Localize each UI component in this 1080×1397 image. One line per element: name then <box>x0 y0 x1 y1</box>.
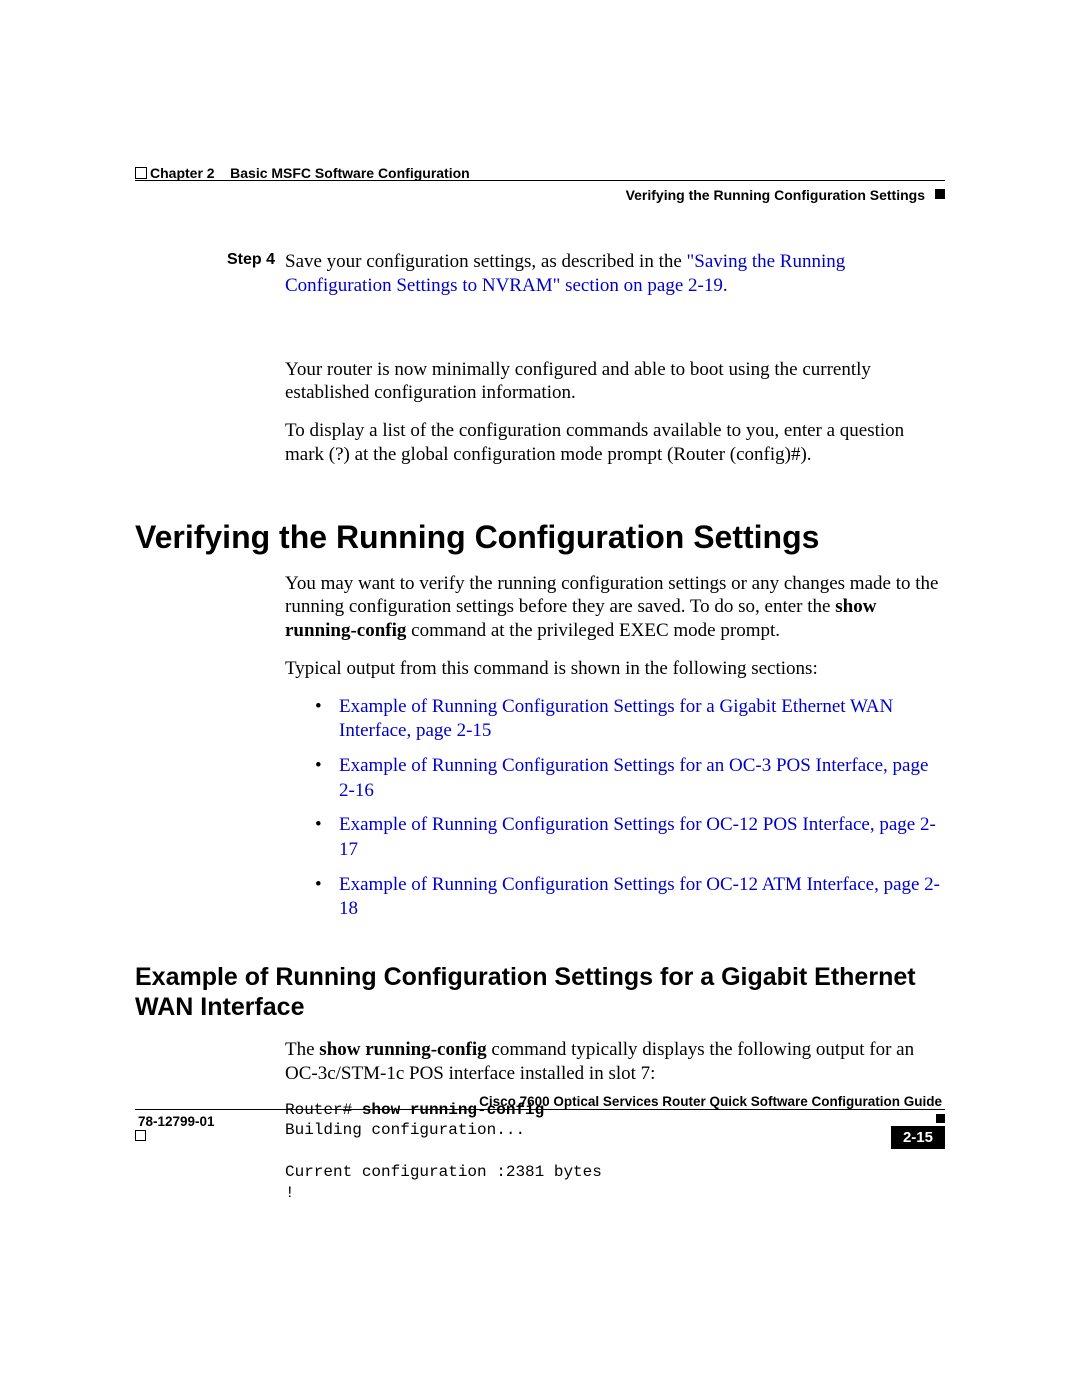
running-header-right: Verifying the Running Configuration Sett… <box>626 187 925 203</box>
header-rule <box>135 180 945 181</box>
subsection-heading: Example of Running Configuration Setting… <box>135 962 945 1022</box>
step-text-after: . <box>723 275 728 296</box>
xref-link-1[interactable]: Example of Running Configuration Setting… <box>339 696 893 742</box>
intro-p1-c: command at the privileged EXEC mode prom… <box>406 620 780 641</box>
step-body: Save your configuration settings, as des… <box>285 250 945 298</box>
page: Chapter 2 Basic MSFC Software Configurat… <box>0 0 1080 1397</box>
body-paragraph-2: To display a list of the configuration c… <box>285 419 945 467</box>
page-content: Step 4 Save your configuration settings,… <box>135 250 945 1203</box>
header-left-marker <box>135 167 147 179</box>
example-p-a: The <box>285 1039 319 1060</box>
example-paragraph: The show running-config command typicall… <box>285 1038 945 1086</box>
footer-doc-title: Cisco 7600 Optical Services Router Quick… <box>135 1094 945 1109</box>
example-command: show running-config <box>319 1039 486 1060</box>
list-item: Example of Running Configuration Setting… <box>315 695 945 744</box>
header-right-marker <box>935 189 945 199</box>
intro-paragraph-2: Typical output from this command is show… <box>285 657 945 681</box>
list-item: Example of Running Configuration Setting… <box>315 754 945 803</box>
intro-paragraph-1: You may want to verify the running confi… <box>285 572 945 643</box>
list-item: Example of Running Configuration Setting… <box>315 813 945 862</box>
code-line-5: ! <box>285 1184 295 1202</box>
body-paragraph-1: Your router is now minimally configured … <box>285 358 945 406</box>
footer-rule <box>135 1109 945 1110</box>
page-footer: Cisco 7600 Optical Services Router Quick… <box>135 1112 945 1129</box>
list-item: Example of Running Configuration Setting… <box>315 873 945 922</box>
footer-left-marker <box>135 1130 146 1141</box>
running-header-left: Chapter 2 Basic MSFC Software Configurat… <box>150 165 470 181</box>
step-text-before: Save your configuration settings, as des… <box>285 251 687 272</box>
xref-link-2[interactable]: Example of Running Configuration Setting… <box>339 755 928 801</box>
page-number: 2-15 <box>891 1126 945 1149</box>
step-label: Step 4 <box>227 250 285 298</box>
step-row: Step 4 Save your configuration settings,… <box>227 250 945 298</box>
footer-right-marker <box>936 1114 945 1123</box>
code-line-4: Current configuration :2381 bytes <box>285 1163 602 1181</box>
xref-link-3[interactable]: Example of Running Configuration Setting… <box>339 814 936 860</box>
footer-doc-number: 78-12799-01 <box>135 1114 945 1129</box>
section-heading: Verifying the Running Configuration Sett… <box>135 519 945 556</box>
xref-list: Example of Running Configuration Setting… <box>315 695 945 923</box>
xref-link-4[interactable]: Example of Running Configuration Setting… <box>339 874 940 920</box>
